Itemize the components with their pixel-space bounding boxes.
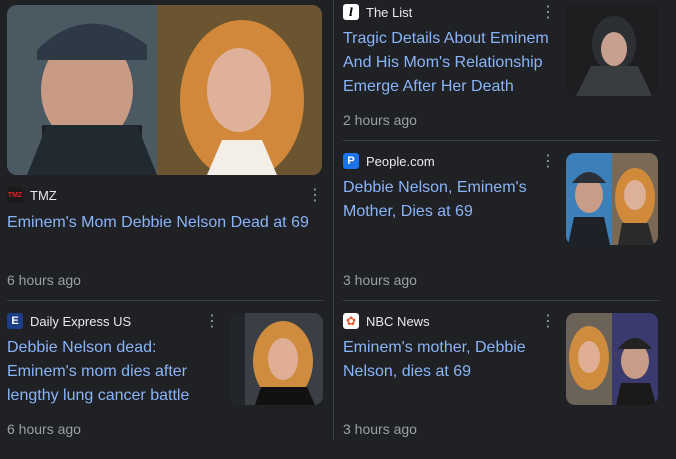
timestamp: 6 hours ago (7, 272, 81, 288)
headline[interactable]: Eminem's Mom Debbie Nelson Dead at 69 (7, 211, 317, 235)
nbc-peacock-logo-icon: ✿ (343, 313, 359, 329)
source-name: The List (366, 4, 413, 20)
news-card-nbc[interactable]: ✿ NBC News ⋮ Eminem's mother, Debbie Nel… (334, 301, 676, 459)
timestamp: 2 hours ago (343, 112, 417, 128)
headline[interactable]: Debbie Nelson, Eminem's Mother, Dies at … (343, 176, 558, 224)
thumbnail-image (566, 4, 658, 96)
source-row: l The List (343, 4, 412, 20)
thumbnail-image (566, 153, 658, 245)
headline[interactable]: Tragic Details About Eminem And His Mom'… (343, 27, 558, 99)
timestamp: 3 hours ago (343, 421, 417, 437)
timestamp: 6 hours ago (7, 421, 81, 437)
source-row: E Daily Express US (7, 313, 131, 329)
headline[interactable]: Debbie Nelson dead: Eminem's mom dies af… (7, 336, 217, 408)
source-name: Daily Express US (30, 313, 132, 329)
news-card-daily-express[interactable]: E Daily Express US ⋮ Debbie Nelson dead:… (0, 301, 333, 459)
source-row: TMZ TMZ (7, 187, 57, 203)
daily-express-logo-icon: E (7, 313, 23, 329)
the-list-logo-icon: l (343, 4, 359, 20)
timestamp: 3 hours ago (343, 272, 417, 288)
more-options-icon[interactable]: ⋮ (204, 313, 220, 331)
headline[interactable]: Eminem's mother, Debbie Nelson, dies at … (343, 336, 558, 384)
news-card-tmz[interactable]: TMZ TMZ ⋮ Eminem's Mom Debbie Nelson Dea… (0, 0, 333, 300)
people-logo-icon: P (343, 153, 359, 169)
thumbnail-image (566, 313, 658, 405)
source-row: ✿ NBC News (343, 313, 430, 329)
tmz-logo-icon: TMZ (7, 187, 23, 203)
source-name: TMZ (30, 187, 57, 203)
hero-image (7, 5, 322, 175)
more-options-icon[interactable]: ⋮ (540, 153, 556, 171)
source-name: NBC News (366, 313, 430, 329)
more-options-icon[interactable]: ⋮ (540, 313, 556, 331)
source-name: People.com (366, 153, 435, 169)
news-card-people[interactable]: P People.com ⋮ Debbie Nelson, Eminem's M… (334, 141, 676, 300)
thumbnail-image (231, 313, 323, 405)
news-card-the-list[interactable]: l The List ⋮ Tragic Details About Eminem… (334, 0, 676, 140)
more-options-icon[interactable]: ⋮ (540, 4, 556, 22)
more-options-icon[interactable]: ⋮ (307, 187, 323, 205)
source-row: P People.com (343, 153, 435, 169)
